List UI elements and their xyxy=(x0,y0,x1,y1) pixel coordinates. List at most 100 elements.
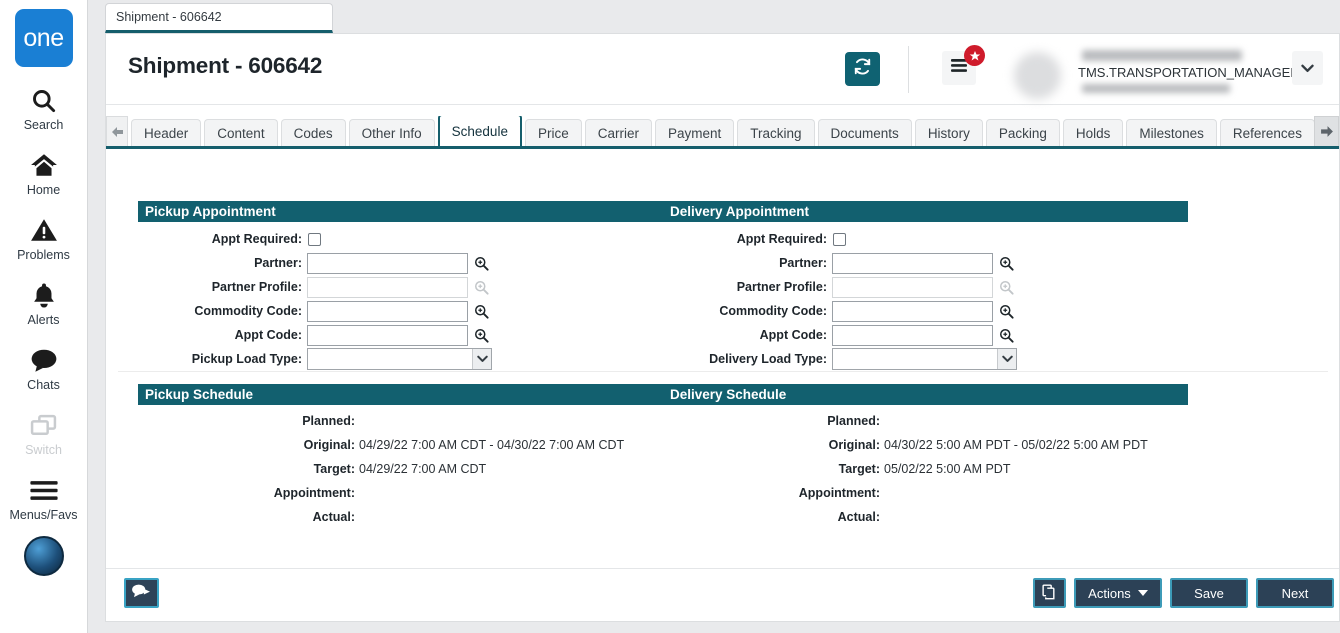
pickup-appt-code-label: Appt Code: xyxy=(138,328,302,342)
pickup-appt-required-checkbox[interactable] xyxy=(308,233,321,246)
delivery-appt-code-search-icon[interactable] xyxy=(999,328,1014,343)
sidebar-item-home[interactable]: Home xyxy=(0,150,88,197)
delivery-actual-label: Actual: xyxy=(663,510,880,524)
delivery-commodity-code-input[interactable] xyxy=(832,301,993,322)
sidebar-item-chats[interactable]: Chats xyxy=(0,345,88,392)
logo-text: one xyxy=(23,24,63,53)
tab-codes[interactable]: Codes xyxy=(281,119,346,146)
pickup-original-value: 04/29/22 7:00 AM CDT - 04/30/22 7:00 AM … xyxy=(359,438,624,452)
user-name: TMS.TRANSPORTATION_MANAGER xyxy=(1078,65,1300,80)
delivery-commodity-code-search-icon[interactable] xyxy=(999,304,1014,319)
sidebar-item-label: Search xyxy=(24,118,64,132)
tab-tracking[interactable]: Tracking xyxy=(737,119,814,146)
delivery-commodity-code-row: Commodity Code: xyxy=(663,299,1014,323)
pickup-partner-input[interactable] xyxy=(307,253,468,274)
actions-button[interactable]: Actions xyxy=(1074,578,1162,608)
next-button[interactable]: Next xyxy=(1256,578,1334,608)
one-network-logo[interactable]: one xyxy=(15,9,73,67)
next-label: Next xyxy=(1282,586,1309,601)
actions-label: Actions xyxy=(1088,586,1131,601)
tab-label: Codes xyxy=(294,126,333,141)
sidebar-item-alerts[interactable]: Alerts xyxy=(0,280,88,327)
tab-schedule[interactable]: Schedule xyxy=(438,116,522,147)
pickup-commodity-code-label: Commodity Code: xyxy=(138,304,302,318)
delivery-partner-profile-label: Partner Profile: xyxy=(663,280,827,294)
tab-milestones[interactable]: Milestones xyxy=(1126,119,1217,146)
tab-scroll-left-button[interactable] xyxy=(106,116,128,149)
tab-label: Payment xyxy=(668,126,721,141)
tab-header[interactable]: Header xyxy=(131,119,201,146)
tab-payment[interactable]: Payment xyxy=(655,119,734,146)
delivery-target-value: 05/02/22 5:00 AM PDT xyxy=(884,462,1010,476)
tab-label: Other Info xyxy=(362,126,422,141)
pickup-partner-profile-row: Partner Profile: xyxy=(138,275,489,299)
tab-packing[interactable]: Packing xyxy=(986,119,1060,146)
delivery-load-type-select[interactable] xyxy=(832,348,1017,370)
star-badge-icon[interactable] xyxy=(964,45,985,66)
pickup-planned-label: Planned: xyxy=(138,414,355,428)
user-menu-button[interactable] xyxy=(1292,51,1323,85)
pickup-partner-search-icon[interactable] xyxy=(474,256,489,271)
tab-content[interactable]: Content xyxy=(204,119,277,146)
sidebar-item-problems[interactable]: Problems xyxy=(0,215,88,262)
pickup-load-type-select[interactable] xyxy=(307,348,492,370)
delivery-appointment-header: Delivery Appointment xyxy=(663,201,1188,222)
pickup-commodity-code-input[interactable] xyxy=(307,301,468,322)
tab-carrier[interactable]: Carrier xyxy=(585,119,652,146)
sidebar-item-label: Menus/Favs xyxy=(9,508,77,522)
chat-bubble-icon xyxy=(30,345,58,375)
pickup-appointment-label: Appointment: xyxy=(138,486,355,500)
tab-label: History xyxy=(928,126,970,141)
delivery-original-value: 04/30/22 5:00 AM PDT - 05/02/22 5:00 AM … xyxy=(884,438,1148,452)
pickup-commodity-code-row: Commodity Code: xyxy=(138,299,489,323)
delivery-planned-label: Planned: xyxy=(663,414,880,428)
tab-documents[interactable]: Documents xyxy=(818,119,912,146)
refresh-button[interactable] xyxy=(845,52,880,86)
chevron-down-icon xyxy=(997,349,1016,369)
pickup-appt-required-label: Appt Required: xyxy=(138,232,302,246)
delivery-commodity-code-label: Commodity Code: xyxy=(663,304,827,318)
delivery-schedule-title: Delivery Schedule xyxy=(670,387,786,402)
page-footer: Actions Save Next xyxy=(106,568,1339,621)
pickup-partner-profile-input[interactable] xyxy=(307,277,468,298)
sidebar-item-switch[interactable]: Switch xyxy=(0,410,88,457)
delivery-appt-required-checkbox[interactable] xyxy=(833,233,846,246)
delivery-appointment-title: Delivery Appointment xyxy=(670,204,809,219)
tab-references[interactable]: References xyxy=(1220,119,1315,146)
delivery-partner-profile-input[interactable] xyxy=(832,277,993,298)
tab-price[interactable]: Price xyxy=(525,119,582,146)
delivery-appointment-label: Appointment: xyxy=(663,486,880,500)
sidebar-item-search[interactable]: Search xyxy=(0,85,88,132)
browser-tab[interactable]: Shipment - 606642 xyxy=(105,3,333,33)
save-button[interactable]: Save xyxy=(1170,578,1248,608)
main-area: Shipment - 606642 Shipment - 606642 xyxy=(88,0,1340,633)
tab-holds[interactable]: Holds xyxy=(1063,119,1124,146)
copy-button[interactable] xyxy=(1033,578,1066,608)
chat-button[interactable] xyxy=(124,578,159,608)
pickup-target-value: 04/29/22 7:00 AM CDT xyxy=(359,462,486,476)
pickup-actual-row: Actual: xyxy=(138,506,359,528)
refresh-icon xyxy=(853,57,872,81)
pickup-partner-profile-search-icon xyxy=(474,280,489,295)
delivery-appt-code-input[interactable] xyxy=(832,325,993,346)
tab-label: Content xyxy=(217,126,264,141)
delivery-appt-required-row: Appt Required: xyxy=(663,227,993,251)
pickup-appt-code-search-icon[interactable] xyxy=(474,328,489,343)
delivery-actual-row: Actual: xyxy=(663,506,884,528)
avatar[interactable] xyxy=(24,536,64,576)
pickup-appt-required-row: Appt Required: xyxy=(138,227,468,251)
tab-scroll-right-button[interactable] xyxy=(1314,116,1339,149)
user-info[interactable]: TMS.TRANSPORTATION_MANAGER xyxy=(1078,48,1278,96)
sidebar-item-label: Alerts xyxy=(28,313,60,327)
arrow-left-icon xyxy=(111,126,124,141)
save-label: Save xyxy=(1194,586,1224,601)
tab-other-info[interactable]: Other Info xyxy=(349,119,435,146)
pickup-appt-code-input[interactable] xyxy=(307,325,468,346)
delivery-partner-search-icon[interactable] xyxy=(999,256,1014,271)
tab-label: Price xyxy=(538,126,569,141)
pickup-partner-profile-label: Partner Profile: xyxy=(138,280,302,294)
pickup-commodity-code-search-icon[interactable] xyxy=(474,304,489,319)
tab-history[interactable]: History xyxy=(915,119,983,146)
delivery-partner-input[interactable] xyxy=(832,253,993,274)
sidebar-item-menus-favs[interactable]: Menus/Favs xyxy=(0,475,88,522)
